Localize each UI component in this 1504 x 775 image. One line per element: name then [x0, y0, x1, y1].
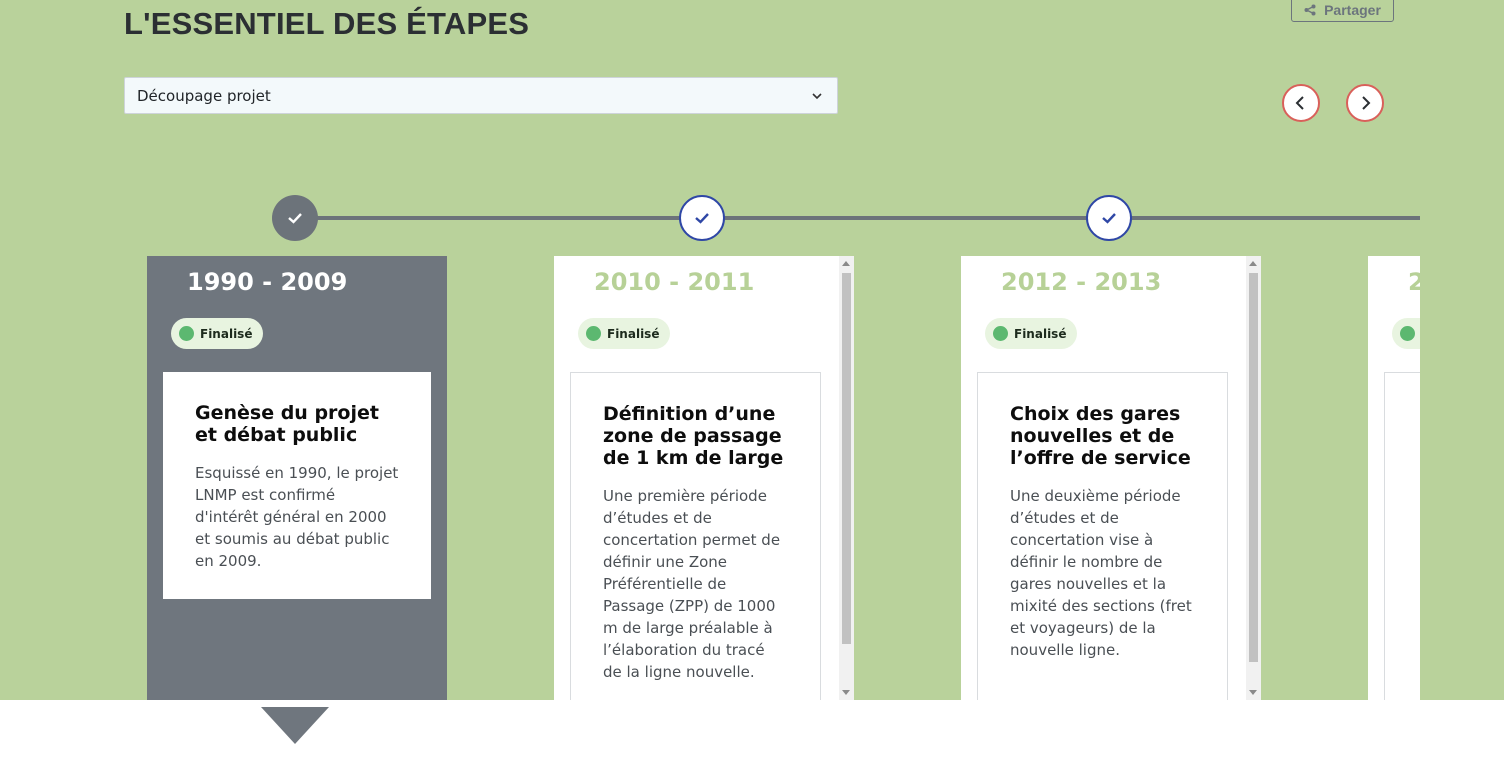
- chevron-left-icon: [1295, 96, 1304, 110]
- status-badge: Finalisé: [985, 318, 1077, 349]
- step-title: Genèse du projet et débat public: [195, 402, 379, 446]
- scroll-down-arrow[interactable]: [1249, 690, 1257, 695]
- active-step-pointer: [261, 707, 329, 744]
- step-years: 1990 - 2009: [187, 268, 348, 296]
- step-title: Choix des gares nouvelles et de l’offre …: [1010, 403, 1191, 469]
- share-button[interactable]: Partager: [1291, 0, 1394, 22]
- card-scrollbar[interactable]: [1246, 256, 1261, 700]
- step-description: Esquissé en 1990, le projet LNMP est con…: [195, 464, 399, 570]
- next-button[interactable]: [1346, 84, 1384, 122]
- step-description: Une première période d’études et de conc…: [603, 487, 781, 681]
- card-scrollbar[interactable]: [839, 256, 854, 700]
- scroll-up-arrow[interactable]: [842, 261, 850, 266]
- step-content: Genèse du projet et débat public Esquiss…: [163, 372, 431, 599]
- step-content: Choix des gares nouvelles et de l’offre …: [977, 372, 1228, 700]
- scroll-down-arrow[interactable]: [842, 690, 850, 695]
- timeline: 1990 - 2009 Finalisé Genèse du projet et…: [147, 150, 1420, 700]
- check-icon: [695, 213, 709, 224]
- share-icon: [1304, 4, 1316, 16]
- status-badge: [1392, 318, 1420, 349]
- previous-button[interactable]: [1282, 84, 1320, 122]
- status-dot: [1400, 326, 1415, 341]
- check-icon: [1102, 213, 1116, 224]
- step-card-1[interactable]: 1990 - 2009 Finalisé Genèse du projet et…: [147, 256, 447, 700]
- status-label: Finalisé: [607, 326, 660, 341]
- status-label: Finalisé: [200, 326, 253, 341]
- select-value: Découpage projet: [137, 86, 271, 105]
- step-card-3[interactable]: 2012 - 2013 Finalisé Choix des gares nou…: [961, 256, 1261, 700]
- timeline-line: [295, 216, 1420, 220]
- share-label: Partager: [1324, 2, 1381, 18]
- step-description: Une deuxième période d’études et de conc…: [1010, 487, 1192, 659]
- scroll-up-arrow[interactable]: [1249, 261, 1257, 266]
- step-card-4[interactable]: 2: [1368, 256, 1420, 700]
- status-badge: Finalisé: [578, 318, 670, 349]
- status-badge: Finalisé: [171, 318, 263, 349]
- check-icon: [288, 213, 302, 224]
- page-title: L'ESSENTIEL DES ÉTAPES: [124, 6, 530, 41]
- step-years: 2012 - 2013: [1001, 268, 1162, 296]
- chevron-right-icon: [1362, 96, 1371, 110]
- chevron-down-icon: [812, 93, 822, 100]
- status-dot: [179, 326, 194, 341]
- scrollbar-thumb[interactable]: [1249, 273, 1258, 662]
- status-dot: [993, 326, 1008, 341]
- step-title: Définition d’une zone de passage de 1 km…: [603, 403, 784, 469]
- project-phase-select[interactable]: Découpage projet: [124, 77, 838, 114]
- step-years: 2: [1408, 268, 1420, 296]
- step-marker-2[interactable]: [679, 195, 725, 241]
- status-label: Finalisé: [1014, 326, 1067, 341]
- status-dot: [586, 326, 601, 341]
- step-content: [1384, 372, 1420, 700]
- step-years: 2010 - 2011: [594, 268, 755, 296]
- step-marker-1[interactable]: [272, 195, 318, 241]
- scrollbar-thumb[interactable]: [842, 273, 851, 644]
- step-content: Définition d’une zone de passage de 1 km…: [570, 372, 821, 700]
- step-card-2[interactable]: 2010 - 2011 Finalisé Définition d’une zo…: [554, 256, 854, 700]
- step-marker-3[interactable]: [1086, 195, 1132, 241]
